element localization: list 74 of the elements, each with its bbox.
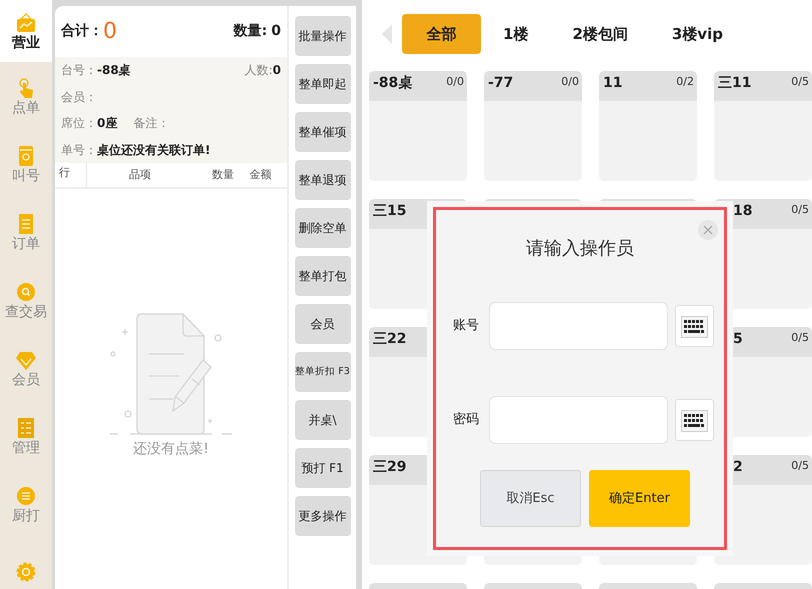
table-name: 2 [732, 458, 743, 477]
table-name: 三29 [373, 458, 406, 477]
action-button[interactable]: 整单退项 [294, 160, 350, 200]
action-button[interactable]: 预打 F1 [294, 448, 350, 488]
floor-tab[interactable]: 1楼 [481, 14, 550, 54]
search-icon [15, 281, 37, 303]
confirm-button[interactable]: 确定Enter [589, 470, 690, 527]
field-label: 单号： [61, 142, 97, 159]
column-header: 品项 [128, 166, 152, 183]
table-card[interactable]: 三11 0/5 [714, 71, 812, 181]
count-value: 0 [271, 22, 281, 41]
action-button[interactable]: 整单打包 [294, 256, 350, 296]
column-header: 金额 [249, 166, 272, 183]
action-button[interactable]: 整单即起 [294, 64, 350, 104]
action-button[interactable]: 会员 [294, 304, 350, 344]
table-name: -77 [488, 74, 514, 93]
table-name: 18 [732, 202, 752, 221]
total-value: 0 [103, 18, 117, 46]
scroll-left-icon[interactable] [382, 24, 392, 44]
password-input[interactable] [489, 396, 668, 444]
action-button[interactable]: 批量操作 [294, 16, 350, 56]
table-name: 5 [732, 330, 743, 349]
seat-count: 0/2 [676, 74, 694, 90]
seat-count: 0/5 [791, 458, 809, 474]
action-button[interactable]: 整单催项 [294, 112, 350, 152]
seat-count: 0/5 [791, 74, 809, 90]
field-value: -88桌 [97, 62, 131, 79]
sidebar-item[interactable]: 营业 [0, 0, 52, 62]
table-name: -88桌 [373, 74, 412, 93]
field-label: 席位： [61, 115, 97, 132]
keyboard-icon [681, 316, 708, 338]
action-button[interactable]: 更多操作 [294, 496, 350, 536]
floor-tab[interactable]: 全部 [402, 14, 481, 54]
checklist-icon [15, 417, 37, 439]
column-header: 数量 [212, 166, 235, 183]
gear-icon [15, 560, 37, 582]
table-card[interactable]: -77 0/0 [484, 71, 582, 181]
close-icon [703, 225, 713, 235]
action-button[interactable]: 删除空单 [294, 208, 350, 248]
table-card[interactable]: 11 0/2 [599, 71, 697, 181]
table-name: 三15 [373, 202, 406, 221]
total-label: 合计： [61, 22, 103, 41]
field-label: 会员： [61, 88, 97, 106]
floor-tab[interactable]: 3楼vip [650, 14, 745, 54]
cancel-button[interactable]: 取消Esc [480, 470, 581, 527]
seat-count: 0/0 [561, 74, 579, 90]
dialog-title: 请输入操作员 [526, 237, 634, 261]
seat-count: 0/5 [791, 330, 809, 346]
list-icon [15, 485, 37, 507]
field-value: 0 [272, 62, 281, 79]
diamond-icon [15, 349, 37, 371]
field-value: 桌位还没有关联订单! [97, 142, 210, 159]
field-label: 备注： [133, 115, 170, 132]
field-label: 人数: [244, 62, 273, 79]
keyboard-button[interactable] [675, 305, 714, 347]
action-button[interactable]: 并桌\ [294, 400, 350, 440]
keyboard-button[interactable] [675, 399, 714, 441]
floor-tab[interactable]: 2楼包间 [550, 14, 650, 54]
seat-count: 0/0 [446, 74, 464, 90]
chart-bag-icon [15, 12, 37, 34]
table-card[interactable]: -88桌 0/0 [369, 71, 467, 181]
count-label: 数量: [234, 22, 268, 41]
action-button[interactable]: 整单折扣 F3 [294, 352, 350, 392]
table-name: 三11 [718, 74, 752, 93]
field-label: 台号： [61, 62, 97, 79]
table-name: 11 [603, 74, 622, 93]
keyboard-icon [681, 410, 708, 432]
column-header: 行 [55, 162, 88, 188]
field-value: 0座 [97, 115, 118, 132]
account-input[interactable] [489, 302, 668, 350]
close-button[interactable] [698, 220, 718, 240]
seat-count: 0/5 [791, 202, 809, 218]
table-name: 三22 [373, 330, 406, 349]
empty-message: 还没有点菜! [133, 440, 209, 459]
